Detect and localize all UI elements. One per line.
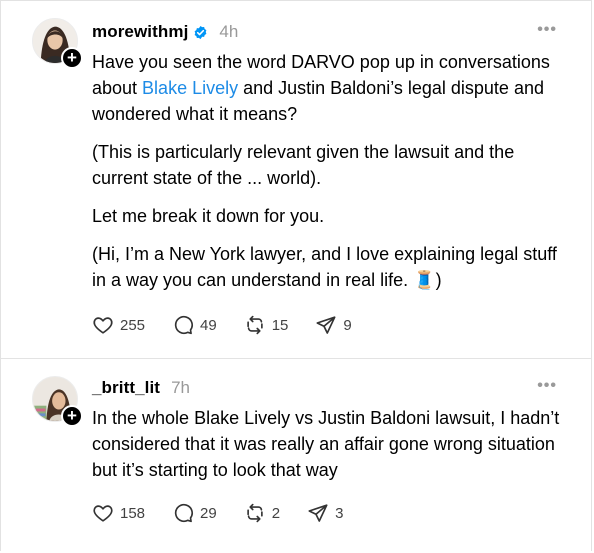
send-icon xyxy=(308,504,328,522)
action-bar: 255 49 15 9 xyxy=(92,314,379,336)
post-header: _britt_lit 7h xyxy=(92,378,190,398)
heart-icon xyxy=(93,317,113,334)
repost-button[interactable]: 15 xyxy=(244,314,289,336)
repost-icon xyxy=(247,315,263,335)
comment-button[interactable]: 49 xyxy=(172,314,217,336)
comment-button[interactable]: 29 xyxy=(172,502,217,524)
post-header: morewithmj 4h xyxy=(92,22,238,42)
like-count: 255 xyxy=(120,316,146,334)
repost-count: 15 xyxy=(271,316,289,334)
repost-button[interactable]: 2 xyxy=(244,502,280,524)
follow-plus-icon[interactable]: + xyxy=(61,405,83,427)
paragraph: (Hi, I’m a New York lawyer, and I love e… xyxy=(92,244,557,290)
avatar[interactable]: + xyxy=(32,18,83,69)
paragraph: In the whole Blake Lively vs Justin Bald… xyxy=(92,408,560,480)
timestamp: 4h xyxy=(219,22,239,41)
comment-count: 29 xyxy=(200,504,217,522)
post[interactable]: + _britt_lit 7h ••• In the whole Blake L… xyxy=(1,359,591,553)
follow-plus-icon[interactable]: + xyxy=(61,47,83,69)
paragraph: Let me break it down for you. xyxy=(92,206,325,226)
share-count: 3 xyxy=(335,504,344,522)
comment-count: 49 xyxy=(200,316,217,334)
avatar[interactable]: + xyxy=(32,376,83,427)
share-button[interactable]: 9 xyxy=(315,314,352,336)
comment-icon xyxy=(174,503,194,523)
like-button[interactable]: 158 xyxy=(92,502,145,524)
repost-count: 2 xyxy=(271,504,281,522)
send-icon xyxy=(316,316,336,334)
post-text: In the whole Blake Lively vs Justin Bald… xyxy=(92,405,562,495)
share-count: 9 xyxy=(343,316,352,334)
verified-badge-icon xyxy=(195,25,207,39)
post[interactable]: + morewithmj 4h ••• Have you seen the wo… xyxy=(1,1,591,359)
threads-feed: + morewithmj 4h ••• Have you seen the wo… xyxy=(0,0,592,551)
username[interactable]: morewithmj xyxy=(92,22,188,42)
timestamp: 7h xyxy=(171,378,190,397)
comment-icon xyxy=(174,315,194,335)
paragraph: Have you seen the word DARVO pop up in c… xyxy=(92,49,562,127)
share-button[interactable]: 3 xyxy=(307,502,343,524)
like-count: 158 xyxy=(120,504,146,522)
action-bar: 158 29 2 3 xyxy=(92,502,370,524)
like-button[interactable]: 255 xyxy=(92,314,145,336)
post-text: Have you seen the word DARVO pop up in c… xyxy=(92,49,562,305)
paragraph: (This is particularly relevant given the… xyxy=(92,142,515,188)
heart-icon xyxy=(93,505,113,522)
more-horizontal-icon[interactable]: ••• xyxy=(537,21,557,39)
username[interactable]: _britt_lit xyxy=(92,378,160,398)
more-horizontal-icon[interactable]: ••• xyxy=(537,377,557,395)
mention-link[interactable]: Blake Lively xyxy=(142,78,238,98)
repost-icon xyxy=(247,503,263,523)
